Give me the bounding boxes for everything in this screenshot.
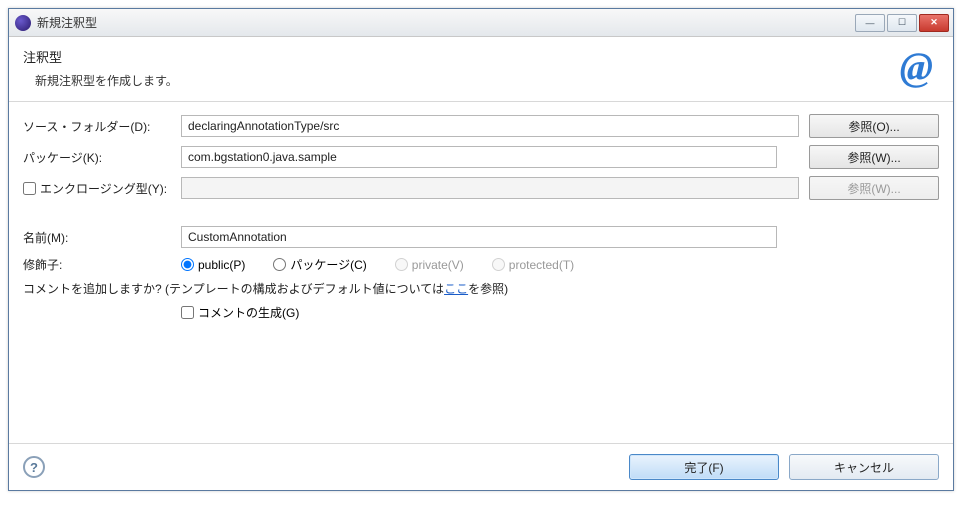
maximize-button[interactable]: ☐ <box>887 14 917 32</box>
help-button[interactable]: ? <box>23 456 45 478</box>
name-input[interactable] <box>181 226 777 248</box>
dialog-window: 新規注釈型 ― ☐ ✕ 注釈型 新規注釈型を作成します。 @ ソース・フォルダー… <box>8 8 954 491</box>
modifier-private-label: private(V) <box>412 258 464 272</box>
titlebar: 新規注釈型 ― ☐ ✕ <box>9 9 953 37</box>
browse-enclosing-button: 参照(W)... <box>809 176 939 200</box>
package-row: パッケージ(K): 参照(W)... <box>23 145 939 169</box>
enclosing-type-checkbox[interactable] <box>23 182 36 195</box>
browse-source-button[interactable]: 参照(O)... <box>809 114 939 138</box>
form-area: ソース・フォルダー(D): 参照(O)... パッケージ(K): 参照(W)..… <box>9 102 953 443</box>
window-title: 新規注釈型 <box>37 14 855 31</box>
modifier-protected-radio <box>492 258 505 271</box>
enclosing-type-row: エンクロージング型(Y): 参照(W)... <box>23 176 939 200</box>
minimize-button[interactable]: ― <box>855 14 885 32</box>
modifier-package-radio[interactable] <box>273 258 286 271</box>
comment-suffix: を参照) <box>468 282 508 296</box>
header-title: 注釈型 <box>23 47 900 66</box>
header-description: 新規注釈型を作成します。 <box>23 72 900 89</box>
name-row: 名前(M): <box>23 225 939 249</box>
template-config-link[interactable]: ここ <box>444 282 468 296</box>
dialog-header: 注釈型 新規注釈型を作成します。 @ <box>9 37 953 102</box>
modifier-package-label: パッケージ(C) <box>290 256 366 273</box>
dialog-footer: ? 完了(F) キャンセル <box>9 443 953 490</box>
source-folder-input[interactable] <box>181 115 799 137</box>
finish-button[interactable]: 完了(F) <box>629 454 779 480</box>
modifier-private-radio <box>395 258 408 271</box>
close-button[interactable]: ✕ <box>919 14 949 32</box>
modifier-protected-label: protected(T) <box>509 258 574 272</box>
modifiers-label: 修飾子: <box>23 256 181 273</box>
name-label: 名前(M): <box>23 229 181 246</box>
generate-comment-row: コメントの生成(G) <box>23 304 939 321</box>
eclipse-icon <box>15 15 31 31</box>
modifiers-group: public(P) パッケージ(C) private(V) protected(… <box>181 256 574 273</box>
comment-question: コメントを追加しますか? (テンプレートの構成およびデフォルト値についてはここを… <box>23 280 939 297</box>
comment-prefix: コメントを追加しますか? (テンプレートの構成およびデフォルト値については <box>23 282 444 296</box>
browse-package-button[interactable]: 参照(W)... <box>809 145 939 169</box>
enclosing-type-label[interactable]: エンクロージング型(Y): <box>23 180 181 197</box>
cancel-button[interactable]: キャンセル <box>789 454 939 480</box>
package-label: パッケージ(K): <box>23 149 181 166</box>
window-controls: ― ☐ ✕ <box>855 14 949 32</box>
modifier-private: private(V) <box>395 258 464 272</box>
enclosing-type-input <box>181 177 799 199</box>
modifier-public-label: public(P) <box>198 258 245 272</box>
modifier-public-radio[interactable] <box>181 258 194 271</box>
source-folder-row: ソース・フォルダー(D): 参照(O)... <box>23 114 939 138</box>
package-input[interactable] <box>181 146 777 168</box>
modifier-protected: protected(T) <box>492 258 574 272</box>
source-folder-label: ソース・フォルダー(D): <box>23 118 181 135</box>
modifier-package[interactable]: パッケージ(C) <box>273 256 366 273</box>
modifiers-row: 修飾子: public(P) パッケージ(C) private(V) prote… <box>23 256 939 273</box>
generate-comment-label: コメントの生成(G) <box>198 304 299 321</box>
enclosing-type-label-text: エンクロージング型(Y): <box>40 180 167 197</box>
annotation-icon: @ <box>900 47 939 87</box>
generate-comment-checkbox[interactable] <box>181 306 194 319</box>
modifier-public[interactable]: public(P) <box>181 258 245 272</box>
